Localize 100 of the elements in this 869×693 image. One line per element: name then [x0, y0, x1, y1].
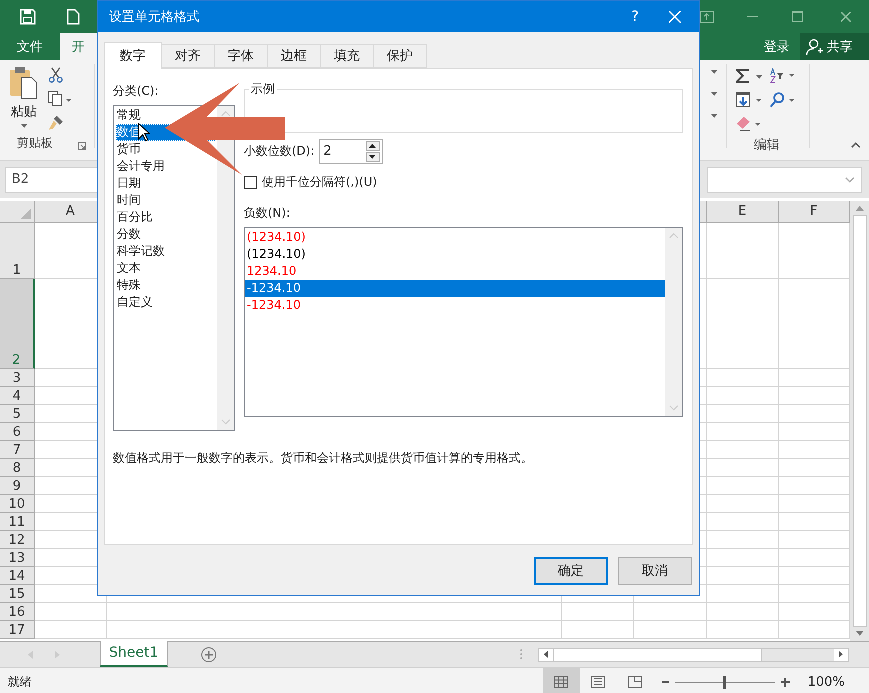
- grid-cell[interactable]: [562, 621, 634, 639]
- caret-icon[interactable]: [711, 114, 718, 118]
- dialog-tab[interactable]: 保护: [374, 44, 427, 68]
- grid-cell[interactable]: [634, 603, 707, 621]
- negative-format-item[interactable]: 1234.10: [245, 263, 665, 280]
- category-item[interactable]: 特殊: [116, 277, 216, 294]
- sign-in-link[interactable]: 登录: [764, 33, 790, 60]
- search-icon[interactable]: [770, 92, 796, 108]
- grid-cell[interactable]: [707, 223, 779, 279]
- grid-cell[interactable]: [707, 387, 779, 405]
- negative-format-item[interactable]: (1234.10): [245, 229, 665, 246]
- caret-icon[interactable]: [20, 124, 28, 128]
- maximize-icon[interactable]: [792, 11, 803, 22]
- scroll-left-icon[interactable]: [544, 651, 548, 658]
- row-number[interactable]: 15: [0, 585, 35, 603]
- checkbox[interactable]: [244, 176, 257, 189]
- horizontal-scrollbar[interactable]: [538, 648, 849, 662]
- row-number[interactable]: 1: [0, 223, 35, 279]
- ribbon-tab[interactable]: 开: [60, 33, 97, 60]
- category-item[interactable]: 百分比: [116, 209, 216, 226]
- previous-sheet-icon[interactable]: [28, 650, 33, 658]
- minimize-icon[interactable]: [747, 16, 758, 18]
- sum-icon[interactable]: [736, 69, 766, 83]
- next-sheet-icon[interactable]: [55, 650, 60, 658]
- help-button[interactable]: ?: [632, 8, 639, 24]
- grid-cell[interactable]: [707, 567, 779, 585]
- chevron-icon[interactable]: [845, 176, 855, 182]
- negative-format-item[interactable]: -1234.10: [245, 280, 665, 297]
- new-document-icon[interactable]: [67, 8, 80, 24]
- negative-format-item[interactable]: -1234.10: [245, 297, 665, 314]
- zoom-level[interactable]: 100%: [808, 674, 845, 690]
- dialog-tab[interactable]: 字体: [215, 44, 268, 68]
- row-number[interactable]: 5: [0, 405, 35, 423]
- collapse-icon[interactable]: [851, 142, 861, 148]
- caret-icon[interactable]: [711, 70, 718, 74]
- scroll-up-icon[interactable]: [220, 111, 230, 117]
- decimal-places-spinner[interactable]: 2: [318, 139, 383, 164]
- row-number[interactable]: 8: [0, 459, 35, 477]
- grid-cell[interactable]: [707, 279, 779, 369]
- dialog-launcher-icon[interactable]: [78, 142, 86, 150]
- grid-cell[interactable]: [707, 459, 779, 477]
- dialog-tab[interactable]: 填充: [321, 44, 374, 68]
- row-number[interactable]: 6: [0, 423, 35, 441]
- grid-cell[interactable]: [707, 531, 779, 549]
- category-item[interactable]: 时间: [116, 192, 216, 209]
- formula-input[interactable]: [707, 166, 862, 192]
- scissors-icon[interactable]: [48, 67, 64, 83]
- grid-cell[interactable]: [707, 549, 779, 567]
- format-painter-icon[interactable]: [48, 115, 64, 131]
- grid-cell[interactable]: [707, 621, 779, 639]
- row-number[interactable]: 3: [0, 369, 35, 387]
- row-number[interactable]: 9: [0, 477, 35, 495]
- grid-cell[interactable]: [707, 369, 779, 387]
- row-number[interactable]: 2: [0, 279, 35, 369]
- select-all-icon[interactable]: [21, 209, 31, 219]
- grid-cell[interactable]: [707, 603, 779, 621]
- add-sheet-icon[interactable]: [201, 646, 217, 662]
- spin-up-icon[interactable]: [369, 144, 376, 148]
- grid-cell[interactable]: [35, 603, 107, 621]
- sheet-tab[interactable]: Sheet1: [100, 641, 168, 667]
- scroll-up-icon[interactable]: [856, 206, 864, 211]
- sort-icon[interactable]: [770, 68, 796, 84]
- dialog-button[interactable]: 取消: [618, 557, 692, 585]
- scroll-right-icon[interactable]: [839, 651, 843, 658]
- checkbox-label[interactable]: 使用千位分隔符(,)(U): [262, 174, 378, 191]
- row-number[interactable]: 13: [0, 549, 35, 567]
- column-header[interactable]: E: [707, 201, 779, 223]
- row-number[interactable]: 4: [0, 387, 35, 405]
- row-number[interactable]: 10: [0, 495, 35, 513]
- grid-cell[interactable]: [562, 603, 634, 621]
- file-tab[interactable]: 文件: [0, 33, 60, 60]
- share-button[interactable]: 共享: [800, 33, 869, 60]
- grid-cell[interactable]: [634, 621, 707, 639]
- category-item[interactable]: 会计专用: [116, 158, 216, 175]
- grid-cell[interactable]: [707, 585, 779, 603]
- grid-cell[interactable]: [707, 423, 779, 441]
- grid-cell[interactable]: [107, 603, 562, 621]
- category-item[interactable]: 自定义: [116, 294, 216, 311]
- dialog-tab[interactable]: 数字: [104, 42, 162, 69]
- category-item[interactable]: 文本: [116, 260, 216, 277]
- splitter-icon[interactable]: [520, 649, 523, 660]
- grid-cell[interactable]: [707, 495, 779, 513]
- negative-numbers-list[interactable]: (1234.10) (1234.10) 1234.10 -1234.10 -1234.10: [244, 227, 683, 417]
- category-item[interactable]: 科学记数: [116, 243, 216, 260]
- grid-cell[interactable]: [707, 513, 779, 531]
- grid-cell[interactable]: [707, 477, 779, 495]
- grid-cell[interactable]: [707, 405, 779, 423]
- vertical-scrollbar[interactable]: [850, 201, 869, 641]
- category-item[interactable]: 分数: [116, 226, 216, 243]
- grid-cell[interactable]: [35, 621, 107, 639]
- row-number[interactable]: 7: [0, 441, 35, 459]
- row-number[interactable]: 11: [0, 513, 35, 531]
- close-icon[interactable]: [841, 12, 851, 22]
- zoom-slider[interactable]: [722, 676, 726, 688]
- row-number[interactable]: 17: [0, 621, 35, 639]
- dialog-tab[interactable]: 边框: [268, 44, 321, 68]
- row-number[interactable]: 16: [0, 603, 35, 621]
- dialog-tab[interactable]: 对齐: [162, 44, 215, 68]
- caret-icon[interactable]: [711, 92, 718, 96]
- row-number[interactable]: 12: [0, 531, 35, 549]
